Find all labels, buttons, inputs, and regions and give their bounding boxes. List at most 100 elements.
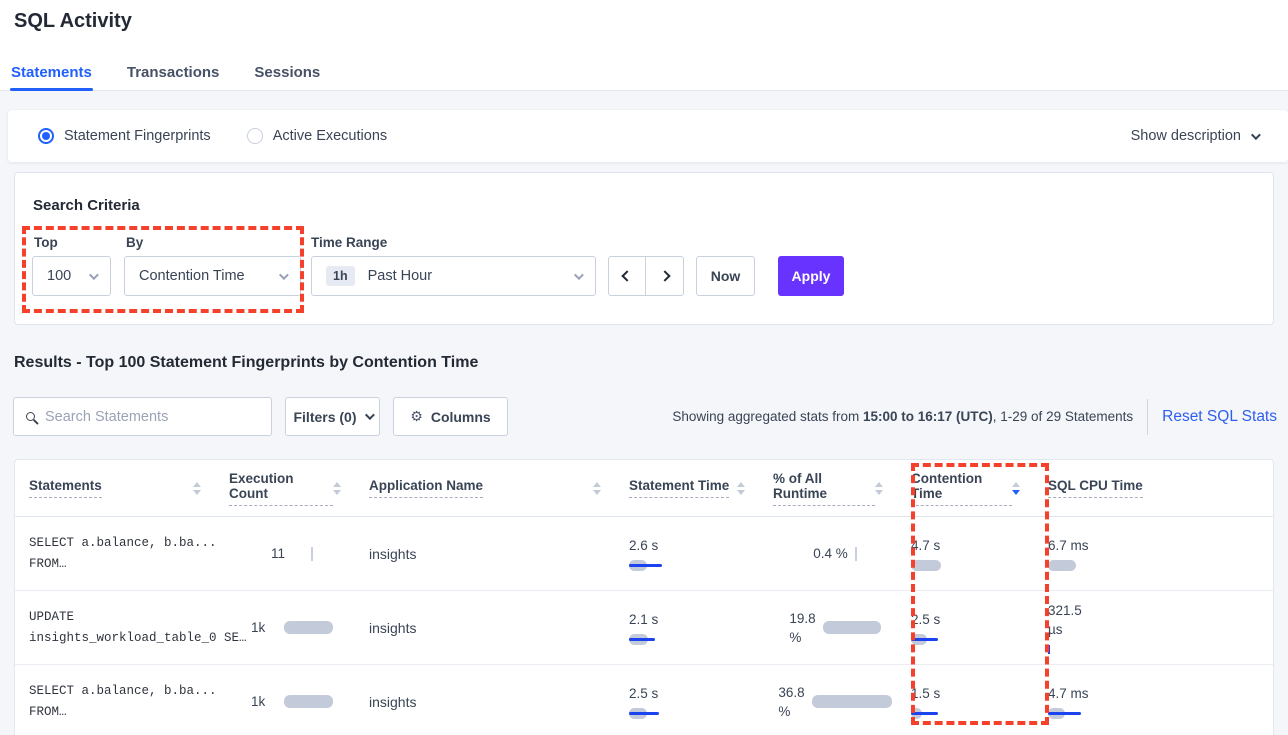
by-select[interactable]: Contention Time	[124, 256, 301, 296]
statement-text: SELECT a.balance, b.ba...	[29, 533, 215, 554]
statement-cell[interactable]: SELECT a.balance, b.ba...FROM…	[15, 517, 215, 590]
execution-count-cell: 1k	[215, 591, 355, 664]
radio-active-executions[interactable]: Active Executions	[247, 128, 387, 144]
show-description-label: Show description	[1131, 128, 1241, 144]
sql-activity-page: SQL Activity Statements Transactions Ses…	[0, 0, 1288, 735]
duration-bar	[1048, 644, 1050, 655]
column-header-application-name[interactable]: Application Name	[355, 460, 615, 516]
apply-button[interactable]: Apply	[778, 256, 844, 296]
duration-bar	[629, 708, 659, 719]
search-icon	[26, 412, 35, 421]
radio-selected-icon[interactable]	[38, 128, 54, 144]
previous-time-button[interactable]	[609, 257, 646, 295]
search-criteria-card: Search Criteria Top 100 By Contention Ti…	[14, 172, 1274, 325]
metric-value: 2.6 s	[629, 536, 759, 555]
statements-table: Statements Execution Count Application N…	[14, 459, 1274, 735]
duration-bar	[629, 634, 655, 645]
column-header-pct-of-all-runtime[interactable]: % of All Runtime	[759, 460, 897, 516]
bar-blue	[911, 712, 938, 715]
search-statements-input[interactable]	[45, 409, 259, 425]
bar-blue	[911, 638, 938, 641]
page-title: SQL Activity	[14, 10, 132, 33]
show-description-toggle[interactable]: Show description	[1131, 128, 1258, 144]
execution-count-value: 1k	[251, 620, 284, 635]
aggregated-stats-text: Showing aggregated stats from 15:00 to 1…	[672, 409, 1133, 424]
table-row: UPDATEinsights_workload_table_0 SE…1kins…	[15, 591, 1273, 665]
chevron-down-icon	[1251, 130, 1261, 140]
chevron-down-icon	[279, 270, 289, 280]
filters-label: Filters (0)	[293, 409, 356, 425]
time-range-label: Time Range	[311, 235, 387, 250]
column-header-contention-time[interactable]: Contention Time	[897, 460, 1034, 516]
time-range-select[interactable]: 1h Past Hour	[311, 256, 596, 296]
metric-value: 0.4 %	[813, 544, 848, 563]
pct-bar	[823, 621, 881, 634]
top-label: Top	[34, 235, 58, 250]
count-bar-tick	[311, 547, 313, 561]
application-name-cell: insights	[355, 665, 615, 735]
next-time-button[interactable]	[646, 257, 683, 295]
sort-icon[interactable]	[193, 482, 201, 495]
filters-button[interactable]: Filters (0)	[285, 397, 380, 436]
statement-text: FROM…	[29, 554, 215, 575]
duration-bar	[911, 560, 941, 571]
column-header-statements[interactable]: Statements	[15, 460, 215, 516]
column-header-sql-cpu-time[interactable]: SQL CPU Time	[1034, 460, 1273, 516]
sort-icon[interactable]	[333, 482, 341, 495]
statement-text: FROM…	[29, 702, 215, 723]
results-heading: Results - Top 100 Statement Fingerprints…	[14, 354, 478, 372]
metric-value: 6.7 ms	[1048, 536, 1273, 555]
chevron-down-icon	[364, 410, 374, 420]
metric-value: 2.5 s	[629, 684, 759, 703]
duration-bar	[1048, 560, 1076, 571]
statement-cell[interactable]: SELECT a.balance, b.ba...FROM…	[15, 665, 215, 735]
time-range-badge: 1h	[326, 266, 355, 286]
table-body: SELECT a.balance, b.ba...FROM…11insights…	[15, 517, 1273, 735]
radio-unselected-icon[interactable]	[247, 128, 263, 144]
contention-time-cell: 4.7 s	[897, 517, 1034, 590]
sort-icon[interactable]	[875, 482, 883, 495]
statement-time-cell: 2.6 s	[615, 517, 759, 590]
tab-bar: Statements Transactions Sessions	[10, 54, 321, 90]
chevron-right-icon	[659, 270, 670, 281]
columns-label: Columns	[431, 409, 491, 425]
duration-bar	[911, 634, 938, 645]
results-toolbar: Filters (0) ⚙ Columns Showing aggregated…	[13, 397, 1277, 436]
reset-sql-stats-link[interactable]: Reset SQL Stats	[1162, 408, 1277, 426]
gear-icon: ⚙	[410, 409, 423, 425]
execution-count-value: 11	[271, 546, 304, 561]
radio-statement-fingerprints[interactable]: Statement Fingerprints	[38, 128, 211, 144]
column-header-statement-time[interactable]: Statement Time	[615, 460, 759, 516]
metric-value: 4.7 s	[911, 536, 1034, 555]
tab-statements[interactable]: Statements	[10, 54, 93, 90]
columns-button[interactable]: ⚙ Columns	[393, 397, 508, 436]
radio-label: Statement Fingerprints	[64, 128, 211, 144]
by-label: By	[126, 235, 143, 250]
sort-icon[interactable]	[593, 482, 601, 495]
pct-runtime-cell: 36.8%	[759, 665, 897, 735]
sort-icon-active-desc[interactable]	[1012, 482, 1020, 495]
sort-icon[interactable]	[737, 482, 745, 495]
table-row: SELECT a.balance, b.ba...FROM… 11 insights…	[15, 517, 1273, 591]
search-criteria-heading: Search Criteria	[33, 197, 140, 214]
statement-cell[interactable]: UPDATEinsights_workload_table_0 SE…	[15, 591, 215, 664]
tab-sessions[interactable]: Sessions	[253, 54, 321, 90]
table-header-row: Statements Execution Count Application N…	[15, 460, 1273, 517]
application-name-cell: insights	[355, 517, 615, 590]
column-header-execution-count[interactable]: Execution Count	[215, 460, 355, 516]
top-select[interactable]: 100	[32, 256, 111, 296]
sql-cpu-cell: 321.5µs	[1034, 591, 1273, 664]
search-statements-box[interactable]	[13, 397, 272, 436]
pct-bar	[812, 695, 892, 708]
pct-runtime-cell: 19.8%	[759, 591, 897, 664]
tab-transactions[interactable]: Transactions	[126, 54, 221, 90]
metric-value: 1.5 s	[911, 684, 1034, 703]
page-header: SQL Activity Statements Transactions Ses…	[0, 0, 1288, 91]
bar-blue	[1048, 712, 1081, 715]
sql-cpu-cell: 6.7 ms	[1034, 517, 1273, 590]
bar-blue	[629, 712, 659, 715]
statement-text: SELECT a.balance, b.ba...	[29, 681, 215, 702]
time-step-buttons	[608, 256, 684, 296]
duration-bar	[629, 560, 662, 571]
now-button[interactable]: Now	[696, 256, 755, 296]
